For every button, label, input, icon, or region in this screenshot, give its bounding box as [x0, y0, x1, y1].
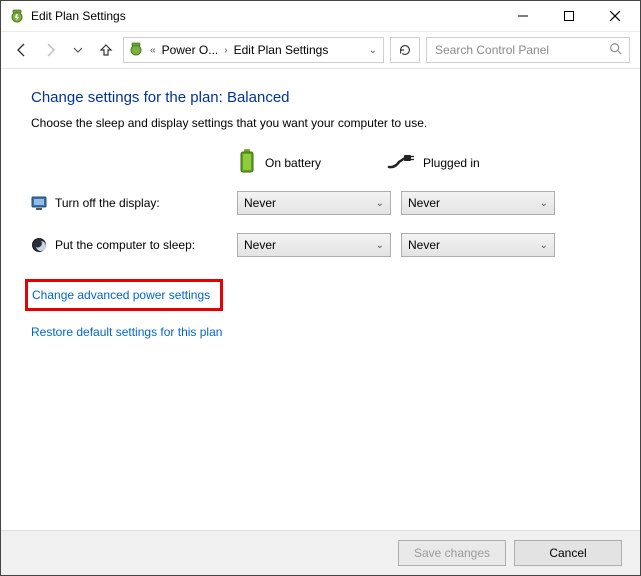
sleep-icon: [31, 237, 47, 253]
sleep-battery-value: Never: [244, 238, 276, 252]
refresh-button[interactable]: [390, 37, 420, 63]
row-sleep-label: Put the computer to sleep:: [55, 238, 195, 252]
sleep-plugged-select[interactable]: Never ⌄: [401, 233, 555, 257]
page-description: Choose the sleep and display settings th…: [31, 116, 640, 130]
column-headers: On battery Plugged in: [31, 148, 640, 177]
row-display: Turn off the display: Never ⌄ Never ⌄: [31, 191, 640, 215]
search-box[interactable]: [426, 37, 630, 63]
chevron-right-icon: ›: [222, 45, 229, 56]
minimize-button[interactable]: [500, 1, 546, 31]
col-header-plugged-label: Plugged in: [423, 156, 480, 170]
link-restore-defaults[interactable]: Restore default settings for this plan: [31, 325, 222, 339]
forward-button[interactable]: [39, 39, 61, 61]
highlight-advanced-link: Change advanced power settings: [25, 279, 223, 311]
maximize-button[interactable]: [546, 1, 592, 31]
recent-locations-dropdown[interactable]: [67, 39, 89, 61]
link-advanced-power-settings[interactable]: Change advanced power settings: [32, 288, 210, 302]
address-bar[interactable]: « Power O... › Edit Plan Settings ⌄: [123, 37, 384, 63]
power-options-icon: [9, 8, 25, 24]
battery-icon: [237, 148, 257, 177]
power-options-icon: [128, 41, 144, 60]
back-button[interactable]: [11, 39, 33, 61]
display-battery-select[interactable]: Never ⌄: [237, 191, 391, 215]
display-plugged-value: Never: [408, 196, 440, 210]
chevron-down-icon: ⌄: [540, 240, 548, 251]
chevron-down-icon: ⌄: [376, 198, 384, 209]
chevron-left-icon: «: [148, 45, 158, 56]
col-header-battery-label: On battery: [265, 156, 321, 170]
search-input[interactable]: [433, 42, 587, 58]
navigation-bar: « Power O... › Edit Plan Settings ⌄: [1, 32, 640, 69]
row-sleep: Put the computer to sleep: Never ⌄ Never…: [31, 233, 640, 257]
save-button-label: Save changes: [414, 546, 490, 560]
footer: Save changes Cancel: [1, 530, 640, 575]
row-display-label: Turn off the display:: [55, 196, 160, 210]
links-section: Change advanced power settings Restore d…: [31, 279, 640, 339]
up-button[interactable]: [95, 39, 117, 61]
chevron-down-icon[interactable]: ⌄: [367, 45, 379, 56]
display-battery-value: Never: [244, 196, 276, 210]
window-title: Edit Plan Settings: [31, 9, 126, 23]
cancel-button-label: Cancel: [549, 546, 586, 560]
sleep-plugged-value: Never: [408, 238, 440, 252]
save-button[interactable]: Save changes: [398, 540, 506, 566]
display-plugged-select[interactable]: Never ⌄: [401, 191, 555, 215]
sleep-battery-select[interactable]: Never ⌄: [237, 233, 391, 257]
close-button[interactable]: [592, 1, 638, 31]
titlebar: Edit Plan Settings: [1, 1, 640, 32]
content-area: Change settings for the plan: Balanced C…: [1, 69, 640, 530]
chevron-down-icon: ⌄: [376, 240, 384, 251]
breadcrumb-segment[interactable]: Edit Plan Settings: [234, 43, 329, 57]
display-icon: [31, 195, 47, 211]
window: Edit Plan Settings: [0, 0, 641, 576]
cancel-button[interactable]: Cancel: [514, 540, 622, 566]
breadcrumb-segment[interactable]: Power O...: [162, 43, 219, 57]
col-header-plugged: Plugged in: [387, 152, 537, 173]
search-icon: [609, 42, 623, 59]
page-heading: Change settings for the plan: Balanced: [31, 89, 640, 106]
plug-icon: [387, 152, 415, 173]
col-header-battery: On battery: [237, 148, 387, 177]
chevron-down-icon: ⌄: [540, 198, 548, 209]
